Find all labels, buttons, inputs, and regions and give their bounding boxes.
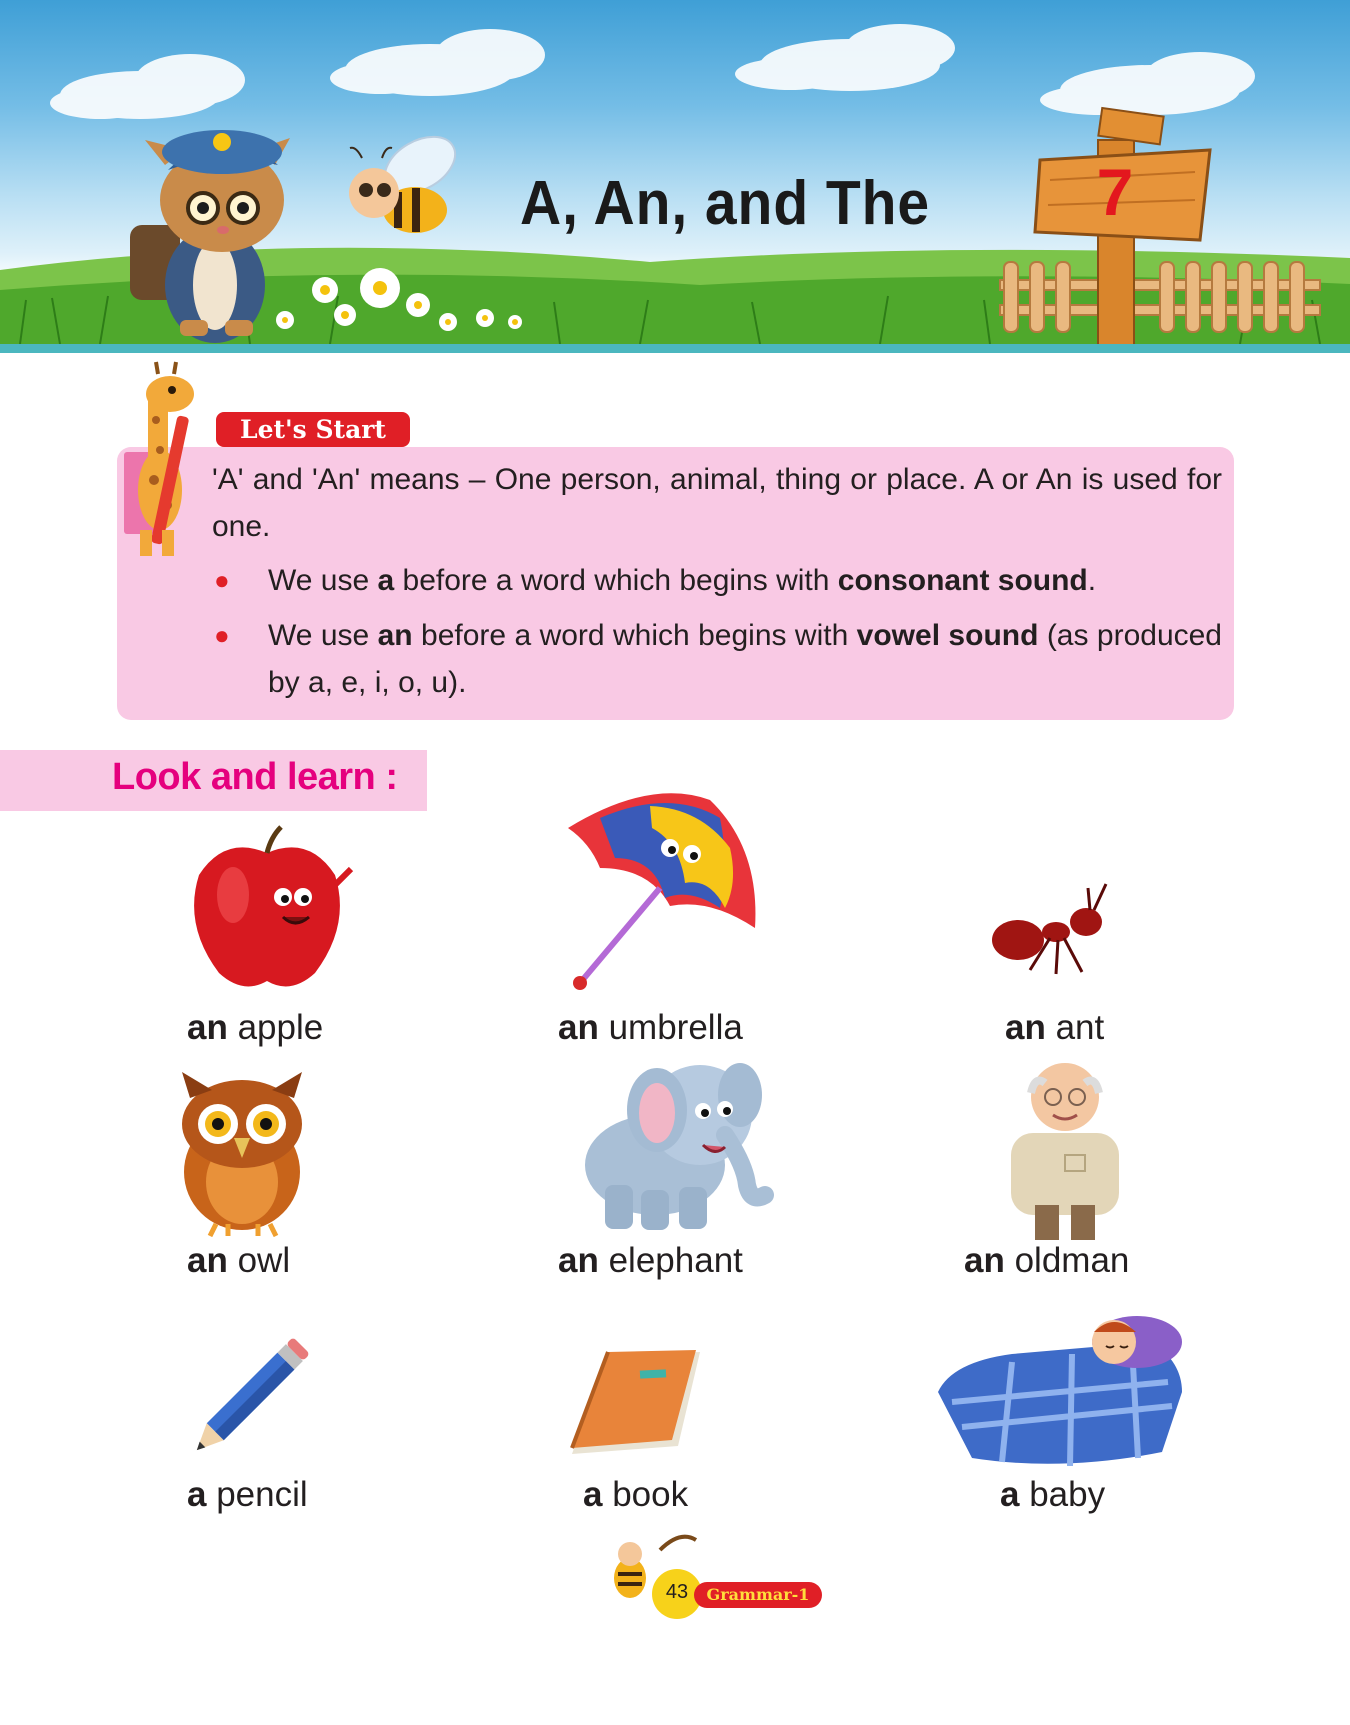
chapter-number: 7 [1096,155,1134,229]
item-label-baby: a baby [1000,1475,1106,1514]
item-label-elephant: an elephant [558,1241,743,1280]
chapter-banner: A, An, and The 7 [0,0,1350,353]
bullet-dot-icon: ● [214,565,230,595]
rule-bullet-a: ● We use a before a word which begins wit… [212,557,1222,604]
baby-icon [938,1316,1182,1467]
item-label-umbrella: an umbrella [558,1008,743,1047]
chapter-title: A, An, and The [519,169,931,238]
giraffe-icon [124,361,194,556]
clouds-decoration [50,24,1255,119]
item-label-book: a book [583,1475,689,1514]
oldman-icon [1011,1063,1119,1240]
item-label-ant: an ant [1005,1008,1105,1047]
apple-icon [194,825,354,987]
intro-text: 'A' and 'An' means – One person, animal,… [212,463,1222,543]
item-label-pencil: a pencil [187,1475,308,1514]
banner-divider [0,344,1350,353]
elephant-icon [585,1063,774,1230]
rule-bullet-an: ● We use an before a word which begins wi… [212,612,1222,706]
bee-mascot [349,135,457,233]
ant-icon [992,883,1108,975]
look-learn-heading: Look and learn : [112,756,398,798]
book-title-tag: Grammar-1 [694,1582,822,1608]
umbrella-icon [568,793,756,990]
pencil-icon [196,1338,309,1451]
book-icon [570,1350,700,1454]
item-label-oldman: an oldman [964,1241,1130,1280]
bee-footer-icon [614,1534,700,1619]
owl-icon [182,1072,302,1237]
lets-start-tag: Let's Start [216,412,410,447]
bullet-dot-icon: ● [214,620,230,650]
page-number: 43 [665,1581,689,1603]
item-label-owl: an owl [187,1241,291,1280]
item-label-apple: an apple [187,1008,324,1047]
